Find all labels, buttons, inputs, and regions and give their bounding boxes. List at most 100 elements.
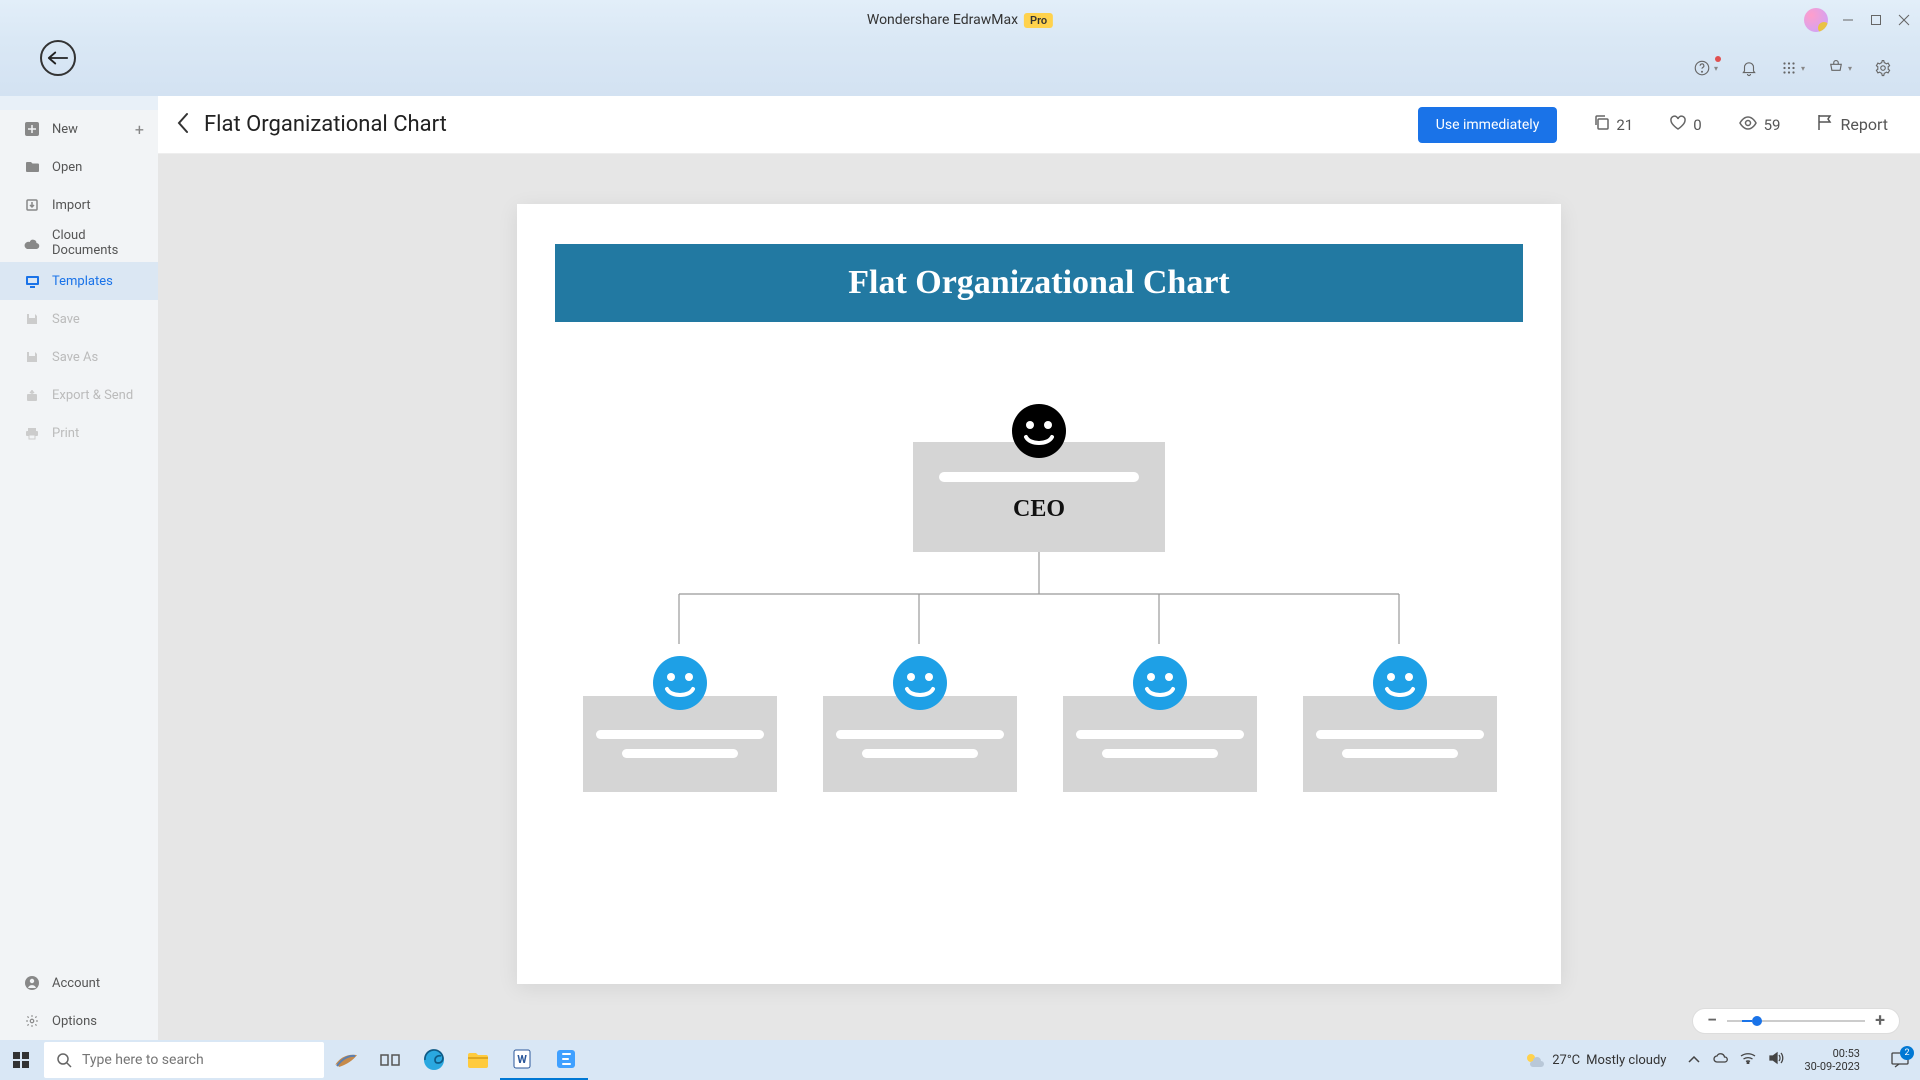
sidebar-label: Open: [52, 160, 138, 175]
org-node-ceo[interactable]: CEO: [913, 442, 1165, 552]
sidebar-item-account[interactable]: Account: [0, 964, 158, 1002]
smiley-icon: [1133, 656, 1187, 710]
import-icon: [24, 197, 40, 213]
sidebar-label: Save: [52, 312, 138, 327]
placeholder-bar: [1316, 730, 1484, 739]
help-icon[interactable]: ▾: [1693, 59, 1718, 77]
plus-icon[interactable]: +: [135, 120, 144, 139]
taskbar-taskview-icon[interactable]: [368, 1040, 412, 1080]
taskbar-search[interactable]: [44, 1042, 324, 1078]
taskbar-word-icon[interactable]: W: [500, 1040, 544, 1080]
report-button[interactable]: Report: [1817, 114, 1889, 135]
taskbar-feather-icon[interactable]: [324, 1040, 368, 1080]
settings-icon[interactable]: [1874, 59, 1892, 77]
tray-wifi-icon[interactable]: [1740, 1052, 1756, 1068]
taskbar-explorer-icon[interactable]: [456, 1040, 500, 1080]
tray-volume-icon[interactable]: [1768, 1051, 1784, 1069]
taskbar-edge-icon[interactable]: [412, 1040, 456, 1080]
placeholder-bar: [862, 749, 978, 758]
sidebar-item-save-as[interactable]: Save As: [0, 338, 158, 376]
weather-widget[interactable]: 27°C Mostly cloudy: [1524, 1051, 1666, 1069]
plus-square-icon: [24, 121, 40, 137]
gear-icon: [24, 1013, 40, 1029]
sidebar-label: Import: [52, 198, 138, 213]
placeholder-bar: [1342, 749, 1458, 758]
notif-badge: 2: [1900, 1046, 1914, 1060]
app-title: Wondershare EdrawMax: [867, 12, 1018, 28]
sidebar-item-open[interactable]: Open: [0, 148, 158, 186]
minimize-button[interactable]: [1840, 12, 1856, 28]
org-node-child[interactable]: [1063, 696, 1257, 792]
likes-stat[interactable]: 0: [1669, 115, 1701, 135]
save-as-icon: [24, 349, 40, 365]
org-node-child[interactable]: [583, 696, 777, 792]
clock-date: 30-09-2023: [1804, 1060, 1860, 1073]
heart-icon: [1669, 115, 1687, 135]
weather-temp: 27°C: [1552, 1053, 1580, 1068]
smiley-icon: [1373, 656, 1427, 710]
pro-badge: Pro: [1024, 13, 1053, 28]
save-icon: [24, 311, 40, 327]
zoom-in-button[interactable]: +: [1875, 1012, 1885, 1030]
taskbar-edraw-icon[interactable]: [544, 1040, 588, 1080]
sidebar-label: New: [52, 122, 138, 137]
sidebar-label: Cloud Documents: [52, 228, 138, 258]
org-node-child[interactable]: [823, 696, 1017, 792]
back-button[interactable]: [40, 40, 76, 76]
zoom-slider[interactable]: [1727, 1020, 1865, 1022]
tray-chevron-icon[interactable]: [1688, 1053, 1700, 1068]
tray-onedrive-icon[interactable]: [1712, 1052, 1728, 1068]
zoom-out-button[interactable]: −: [1707, 1012, 1717, 1030]
close-button[interactable]: [1896, 12, 1912, 28]
notifications-button[interactable]: 2: [1880, 1040, 1920, 1080]
sidebar-item-import[interactable]: Import: [0, 186, 158, 224]
sidebar-item-save[interactable]: Save: [0, 300, 158, 338]
maximize-button[interactable]: [1868, 12, 1884, 28]
templates-icon: [24, 273, 40, 289]
sidebar-label: Account: [52, 976, 138, 991]
folder-icon: [24, 159, 40, 175]
copies-count: 21: [1616, 116, 1633, 134]
zoom-control[interactable]: − +: [1692, 1008, 1900, 1034]
sidebar-item-print[interactable]: Print: [0, 414, 158, 452]
sidebar-item-new[interactable]: New +: [0, 110, 158, 148]
placeholder-bar: [1076, 730, 1244, 739]
sidebar-item-templates[interactable]: Templates: [0, 262, 158, 300]
use-immediately-button[interactable]: Use immediately: [1418, 107, 1558, 143]
account-icon: [24, 975, 40, 991]
export-icon: [24, 387, 40, 403]
placeholder-bar: [939, 472, 1139, 482]
canvas[interactable]: Flat Organizational Chart CEO: [517, 204, 1561, 984]
eye-icon: [1738, 116, 1758, 134]
ceo-label: CEO: [1013, 496, 1065, 523]
org-node-child[interactable]: [1303, 696, 1497, 792]
placeholder-bar: [622, 749, 738, 758]
sidebar-item-options[interactable]: Options: [0, 1002, 158, 1040]
report-label: Report: [1841, 115, 1889, 134]
bell-icon[interactable]: [1740, 59, 1758, 77]
cart-icon[interactable]: ▾: [1827, 59, 1852, 77]
views-stat[interactable]: 59: [1738, 116, 1781, 134]
sidebar-item-cloud[interactable]: Cloud Documents: [0, 224, 158, 262]
placeholder-bar: [596, 730, 764, 739]
sidebar-label: Templates: [52, 274, 138, 289]
placeholder-bar: [1102, 749, 1218, 758]
cloud-icon: [24, 235, 40, 251]
sidebar-label: Save As: [52, 350, 138, 365]
avatar[interactable]: [1804, 8, 1828, 32]
sidebar-item-export[interactable]: Export & Send: [0, 376, 158, 414]
search-input[interactable]: [82, 1052, 312, 1068]
chart-banner-title: Flat Organizational Chart: [555, 244, 1523, 322]
print-icon: [24, 425, 40, 441]
start-button[interactable]: [0, 1040, 42, 1080]
clock-time: 00:53: [1833, 1047, 1860, 1060]
weather-desc: Mostly cloudy: [1586, 1053, 1666, 1068]
svg-text:W: W: [517, 1053, 527, 1066]
zoom-knob[interactable]: [1752, 1016, 1762, 1026]
search-icon: [56, 1052, 72, 1068]
apps-icon[interactable]: ▾: [1780, 59, 1805, 77]
back-chevron[interactable]: [176, 112, 190, 138]
smiley-icon: [1012, 404, 1066, 458]
copies-stat[interactable]: 21: [1593, 114, 1633, 135]
taskbar-clock[interactable]: 00:53 30-09-2023: [1804, 1047, 1860, 1073]
